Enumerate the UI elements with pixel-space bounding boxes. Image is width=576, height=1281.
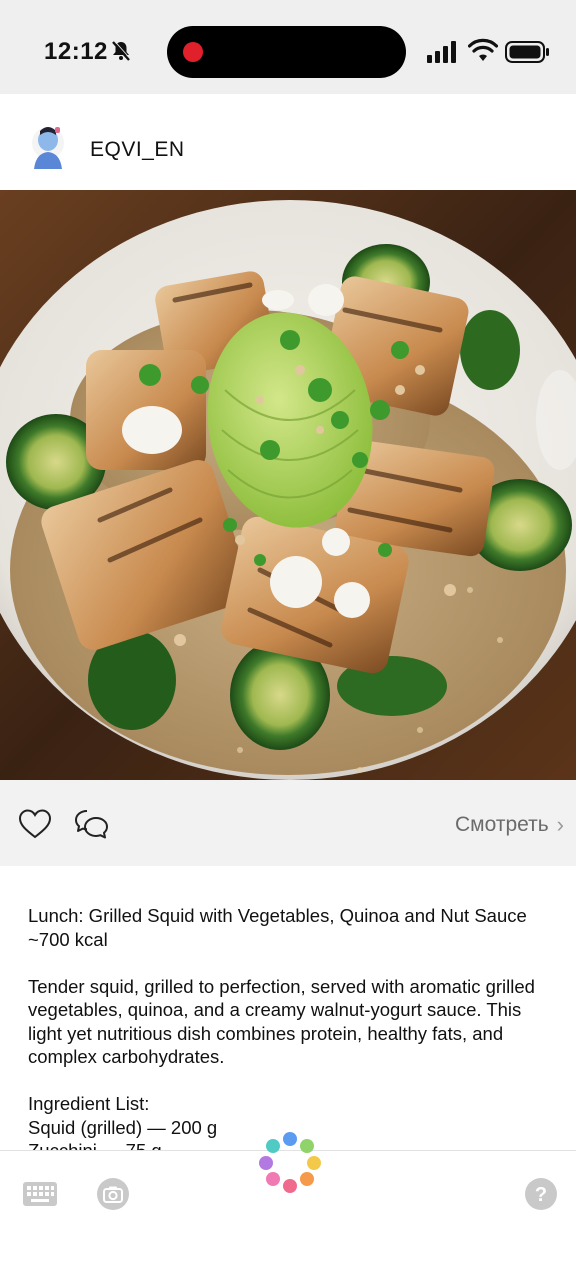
post-action-bar: Смотреть ›: [0, 780, 576, 866]
camera-icon[interactable]: [96, 1177, 130, 1211]
svg-text:?: ?: [535, 1184, 547, 1206]
status-bar: 12:12: [0, 0, 576, 94]
view-button[interactable]: Смотреть ›: [455, 812, 564, 838]
view-button-label: Смотреть: [455, 813, 549, 836]
status-time: 12:12: [44, 38, 108, 65]
heart-icon[interactable]: [18, 808, 52, 840]
keyboard-icon[interactable]: [22, 1181, 58, 1207]
wifi-icon: [468, 38, 498, 61]
post-caption: Lunch: Grilled Squid with Vegetables, Qu…: [28, 904, 548, 1163]
bell-muted-icon: [112, 40, 131, 61]
assistant-spinner-icon[interactable]: [256, 1128, 324, 1196]
chevron-right-icon: ›: [556, 812, 564, 837]
post-header[interactable]: EQVI_EN: [0, 94, 576, 190]
signal-icon: [427, 41, 456, 63]
recording-indicator: [183, 42, 203, 62]
ingredient-header: Ingredient List:: [28, 1093, 150, 1114]
caption-title: Lunch: Grilled Squid with Vegetables, Qu…: [28, 905, 527, 950]
help-icon[interactable]: ?: [524, 1177, 558, 1211]
caption-description: Tender squid, grilled to perfection, ser…: [28, 975, 535, 1068]
comment-icon[interactable]: [74, 808, 110, 840]
username[interactable]: EQVI_EN: [90, 138, 185, 162]
battery-icon: [505, 41, 549, 63]
post-photo[interactable]: [0, 190, 576, 780]
dynamic-island: [167, 26, 406, 78]
avatar[interactable]: [26, 121, 70, 171]
